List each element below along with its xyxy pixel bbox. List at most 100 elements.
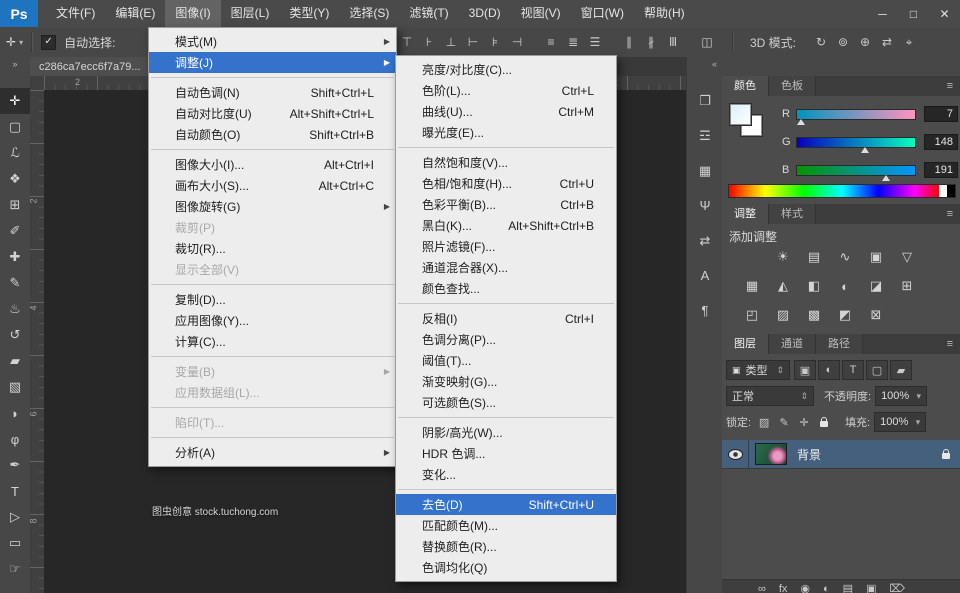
distribute-top-icon[interactable]: ≡ [542, 32, 560, 52]
menubar-item-help[interactable]: 帮助(H) [634, 0, 695, 27]
menu-item-image-rotation[interactable]: 图像旋转(G)▶ [149, 196, 396, 217]
menu-item-auto-tone[interactable]: 自动色调(N)Shift+Ctrl+L [149, 82, 396, 103]
invert-icon[interactable]: ◰ [743, 306, 761, 324]
layer-style-icon[interactable]: fx [779, 580, 788, 593]
menu-item-black-white[interactable]: 黑白(K)...Alt+Shift+Ctrl+B [396, 215, 616, 236]
menu-item-desaturate[interactable]: 去色(D)Shift+Ctrl+U [396, 494, 616, 515]
marquee-tool[interactable]: ▢ [0, 114, 30, 140]
close-button[interactable]: ✕ [929, 0, 960, 27]
adjustment-layer-icon[interactable]: ◐ [823, 580, 830, 593]
layers-panel-tab-layers[interactable]: 图层 [722, 334, 769, 354]
paragraph-panel-icon[interactable]: ¶ [692, 298, 718, 323]
menu-item-canvas-size[interactable]: 画布大小(S)...Alt+Ctrl+C [149, 175, 396, 196]
actions-panel-icon[interactable]: ⇄ [692, 228, 718, 253]
menu-item-gradient-map[interactable]: 渐变映射(G)... [396, 371, 616, 392]
background-layer-row[interactable]: 背景 [722, 440, 960, 469]
layer-filter-kind-dropdown[interactable]: ▣ 类型 ⇕ [726, 360, 790, 380]
menu-item-image-size[interactable]: 图像大小(I)...Alt+Ctrl+I [149, 154, 396, 175]
distribute-hcenter-icon[interactable]: ∦ [642, 32, 660, 52]
menu-item-calculations[interactable]: 计算(C)... [149, 331, 396, 352]
align-vertical-centers-icon[interactable]: ⊦ [420, 32, 438, 52]
color-lookup-icon[interactable]: ⊞ [898, 277, 916, 295]
menu-item-photo-filter[interactable]: 照片滤镜(F)... [396, 236, 616, 257]
menu-item-shadows-highlights[interactable]: 阴影/高光(W)... [396, 422, 616, 443]
color-panel-tab-color[interactable]: 颜色 [722, 76, 769, 96]
green-slider[interactable] [796, 137, 916, 148]
menu-item-auto-color[interactable]: 自动颜色(O)Shift+Ctrl+B [149, 124, 396, 145]
selective-color-icon[interactable]: ⊠ [867, 306, 885, 324]
slider-thumb-icon[interactable] [861, 147, 869, 153]
blend-mode-dropdown[interactable]: 正常 ⇕ [726, 386, 814, 406]
new-layer-icon[interactable]: ▣ [866, 580, 876, 593]
blue-slider[interactable] [796, 165, 916, 176]
layer-mask-icon[interactable]: ◉ [800, 580, 810, 593]
tool-presets-panel-icon[interactable]: Ψ [692, 193, 718, 218]
pen-tool[interactable]: ✒ [0, 452, 30, 478]
lasso-tool[interactable]: ℒ [0, 140, 30, 166]
align-horizontal-centers-icon[interactable]: ⊧ [486, 32, 504, 52]
tool-preset-picker[interactable]: ✛▾ [6, 35, 23, 49]
link-layers-icon[interactable]: ∞ [758, 580, 766, 593]
exposure-icon[interactable]: ▣ [867, 248, 885, 266]
menu-item-exposure[interactable]: 曝光度(E)... [396, 122, 616, 143]
green-value-field[interactable]: 148 [924, 134, 958, 150]
menu-item-mode[interactable]: 模式(M)▶ [149, 31, 396, 52]
menubar-item-file[interactable]: 文件(F) [46, 0, 105, 27]
blur-tool[interactable]: ◗ [0, 400, 30, 426]
adjustments-panel-tab-adjustments[interactable]: 调整 [722, 204, 769, 224]
layers-panel-tab-paths[interactable]: 路径 [816, 334, 863, 354]
menu-item-equalize[interactable]: 色调均化(Q) [396, 557, 616, 578]
eyedropper-tool[interactable]: ✐ [0, 218, 30, 244]
filter-type-layers-icon[interactable]: T [842, 360, 864, 380]
distribute-vcenter-icon[interactable]: ≣ [564, 32, 582, 52]
slide-3d-icon[interactable]: ⇄ [878, 32, 896, 52]
menubar-item-filter[interactable]: 滤镜(T) [399, 0, 458, 27]
channel-mixer-icon[interactable]: ◪ [867, 277, 885, 295]
brightness-contrast-icon[interactable]: ☀ [774, 248, 792, 266]
blue-value-field[interactable]: 191 [924, 162, 958, 178]
history-panel-icon[interactable]: ❐ [692, 88, 718, 113]
menu-item-channel-mixer[interactable]: 通道混合器(X)... [396, 257, 616, 278]
type-tool[interactable]: T [0, 478, 30, 504]
menu-item-selective-color[interactable]: 可选颜色(S)... [396, 392, 616, 413]
hue-saturation-icon[interactable]: ▦ [743, 277, 761, 295]
scale-3d-icon[interactable]: ⌖ [900, 32, 918, 52]
menu-item-brightness-contrast[interactable]: 亮度/对比度(C)... [396, 59, 616, 80]
move-tool[interactable]: ✛ [0, 88, 30, 114]
adjustments-panel-tab-styles[interactable]: 样式 [769, 204, 816, 224]
filter-pixel-layers-icon[interactable]: ▣ [794, 360, 816, 380]
vertical-ruler[interactable]: 2468 [30, 90, 45, 593]
dodge-tool[interactable]: φ [0, 426, 30, 452]
rotate-3d-icon[interactable]: ↻ [812, 32, 830, 52]
healing-brush-tool[interactable]: ✚ [0, 244, 30, 270]
gradient-tool[interactable]: ▧ [0, 374, 30, 400]
menu-item-color-balance[interactable]: 色彩平衡(B)...Ctrl+B [396, 194, 616, 215]
lock-position-icon[interactable]: ✛ [795, 413, 813, 431]
menu-item-curves[interactable]: 曲线(U)...Ctrl+M [396, 101, 616, 122]
filter-smart-objects-icon[interactable]: ▰ [890, 360, 912, 380]
maximize-button[interactable]: □ [898, 0, 929, 27]
minimize-button[interactable]: ─ [867, 0, 898, 27]
character-panel-icon[interactable]: A [692, 263, 718, 288]
menu-item-trim[interactable]: 裁切(R)... [149, 238, 396, 259]
panel-menu-icon[interactable]: ≡ [947, 76, 960, 96]
menubar-item-edit[interactable]: 编辑(E) [105, 0, 165, 27]
path-selection-tool[interactable]: ▷ [0, 504, 30, 530]
menubar-item-window[interactable]: 窗口(W) [571, 0, 634, 27]
menu-item-match-color[interactable]: 匹配颜色(M)... [396, 515, 616, 536]
menu-item-duplicate[interactable]: 复制(D)... [149, 289, 396, 310]
menubar-item-image[interactable]: 图像(I) [165, 0, 220, 27]
panel-menu-icon[interactable]: ≡ [947, 334, 960, 354]
align-right-edges-icon[interactable]: ⊣ [508, 32, 526, 52]
menu-item-levels[interactable]: 色阶(L)...Ctrl+L [396, 80, 616, 101]
menubar-item-view[interactable]: 视图(V) [511, 0, 571, 27]
menu-item-apply-image[interactable]: 应用图像(Y)... [149, 310, 396, 331]
menu-item-auto-contrast[interactable]: 自动对比度(U)Alt+Shift+Ctrl+L [149, 103, 396, 124]
layers-panel-tab-channels[interactable]: 通道 [769, 334, 816, 354]
auto-select-checkbox[interactable]: ✓ [41, 35, 56, 50]
shape-tool[interactable]: ▭ [0, 530, 30, 556]
color-spectrum-ramp[interactable] [728, 184, 956, 198]
filter-adjustment-layers-icon[interactable]: ◐ [818, 360, 840, 380]
lock-all-icon[interactable] [815, 413, 833, 431]
vibrance-icon[interactable]: ▽ [898, 248, 916, 266]
